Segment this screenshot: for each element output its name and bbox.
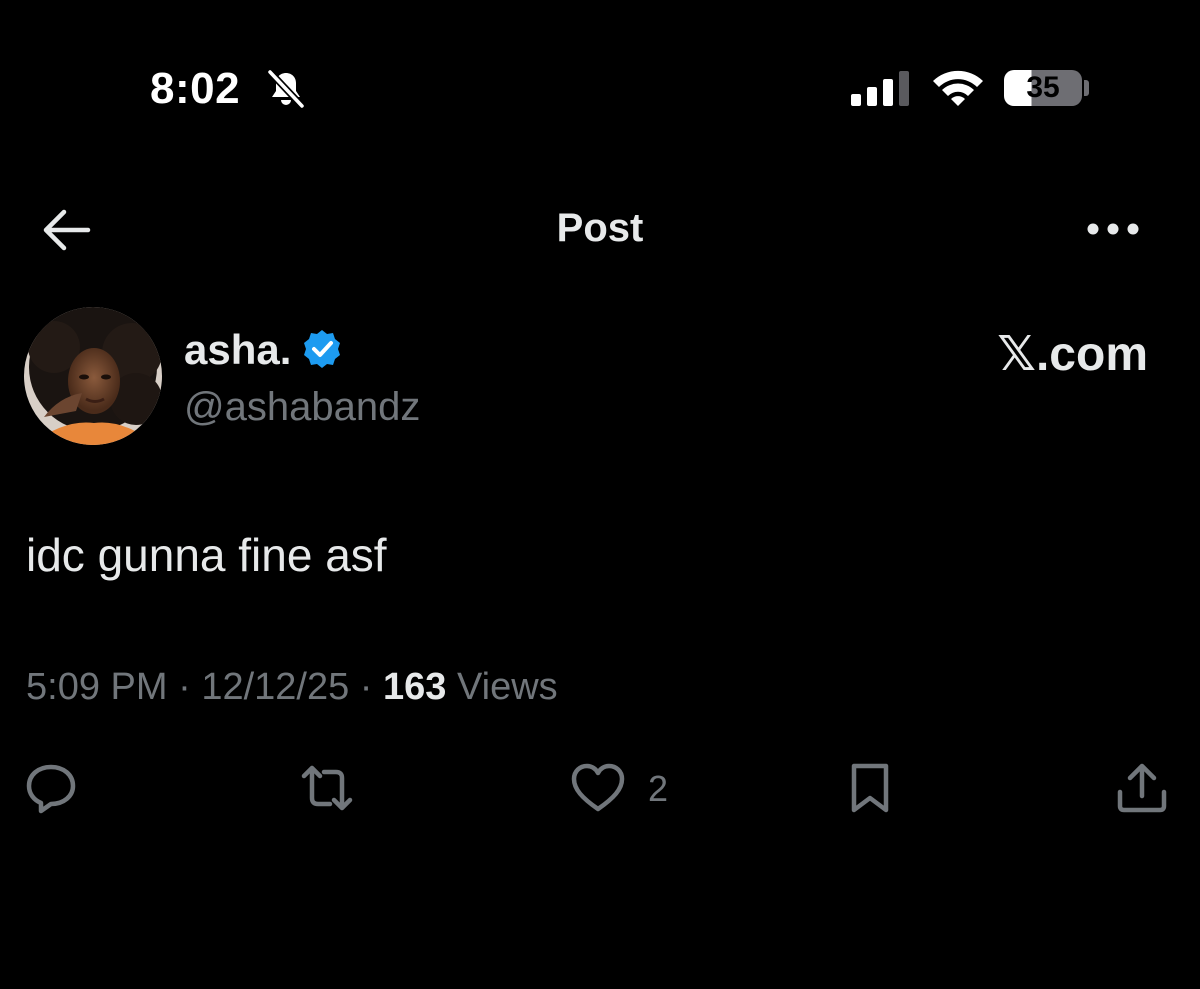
ellipsis-icon[interactable] xyxy=(1084,214,1142,244)
battery-level: 35 xyxy=(1026,71,1060,104)
bell-slash-icon xyxy=(267,69,305,109)
share-icon[interactable] xyxy=(1114,762,1170,814)
like-count: 2 xyxy=(648,768,669,809)
views-count: 163 xyxy=(383,666,447,708)
author-display-name[interactable]: asha. xyxy=(184,326,291,374)
repost-icon[interactable] xyxy=(298,762,356,814)
comment-icon[interactable] xyxy=(24,762,78,814)
separator: · xyxy=(359,666,373,708)
page-title: Post xyxy=(556,206,644,250)
cellular-signal-icon xyxy=(851,71,909,106)
battery-indicator: 35 xyxy=(1004,70,1082,106)
post-date[interactable]: 12/12/25 xyxy=(201,666,349,708)
status-time: 8:02 xyxy=(150,64,241,113)
battery-cap xyxy=(1084,80,1089,96)
post-time[interactable]: 5:09 PM xyxy=(26,666,168,708)
watermark-text: 𝕏.com xyxy=(997,328,1148,381)
heart-icon[interactable] xyxy=(570,762,626,814)
views-label: Views xyxy=(456,666,558,708)
post-meta: 5:09 PM · 12/12/25 · 163 Views xyxy=(26,666,558,709)
verified-badge-icon xyxy=(304,330,340,368)
bookmark-icon[interactable] xyxy=(846,762,894,814)
wifi-icon xyxy=(933,70,983,106)
separator: · xyxy=(178,666,191,708)
avatar[interactable] xyxy=(24,307,162,445)
author-handle[interactable]: @ashabandz xyxy=(184,385,420,430)
post-text: idc gunna fine asf xyxy=(26,529,387,581)
